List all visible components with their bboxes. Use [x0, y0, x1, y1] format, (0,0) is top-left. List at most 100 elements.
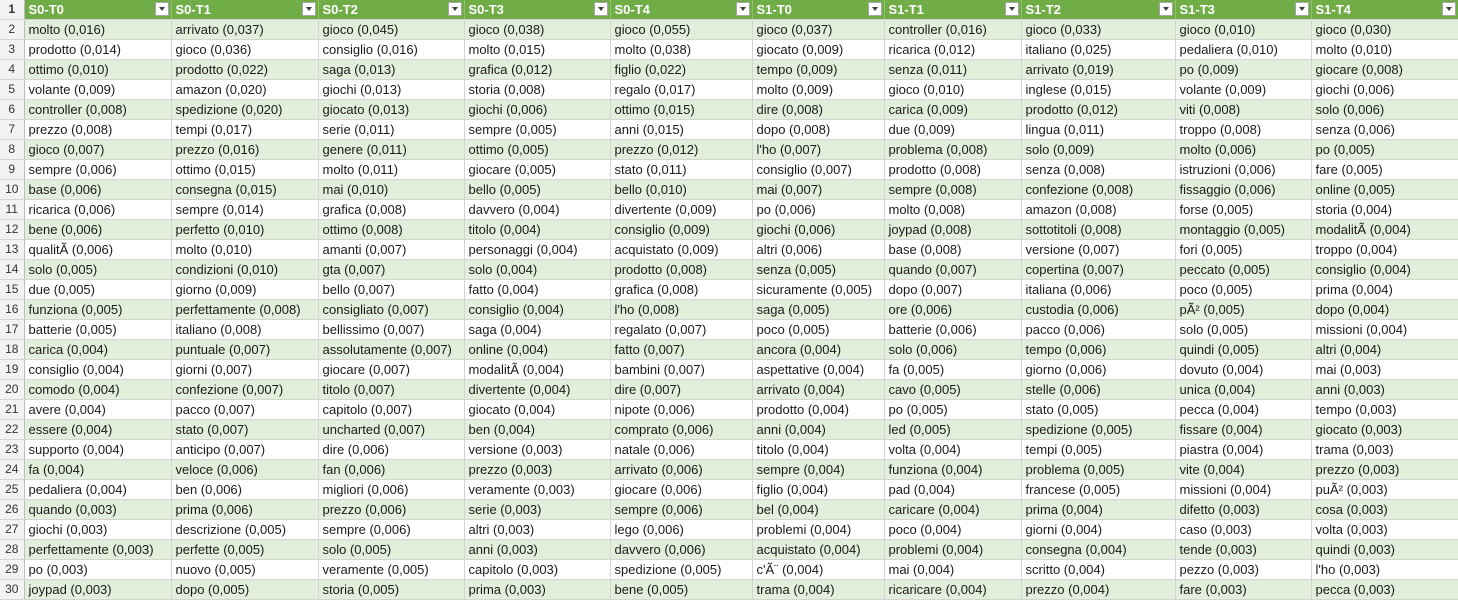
table-cell[interactable]: bene (0,005): [610, 579, 753, 600]
table-cell[interactable]: molto (0,010): [171, 239, 319, 260]
table-cell[interactable]: giorni (0,007): [171, 359, 319, 380]
table-cell[interactable]: assolutamente (0,007): [318, 339, 465, 360]
table-cell[interactable]: fa (0,004): [24, 459, 172, 480]
table-cell[interactable]: arrivato (0,004): [752, 379, 885, 400]
table-cell[interactable]: fori (0,005): [1175, 239, 1312, 260]
table-cell[interactable]: altri (0,003): [464, 519, 611, 540]
table-cell[interactable]: consegna (0,004): [1021, 539, 1176, 560]
table-cell[interactable]: avere (0,004): [24, 399, 172, 420]
table-cell[interactable]: trama (0,003): [1311, 439, 1458, 460]
table-cell[interactable]: tende (0,003): [1175, 539, 1312, 560]
table-cell[interactable]: poco (0,005): [752, 319, 885, 340]
table-cell[interactable]: spedizione (0,005): [610, 559, 753, 580]
table-cell[interactable]: missioni (0,004): [1175, 479, 1312, 500]
column-header[interactable]: S0-T0: [24, 0, 172, 20]
table-cell[interactable]: prima (0,006): [171, 499, 319, 520]
table-cell[interactable]: molto (0,010): [1311, 39, 1458, 60]
table-cell[interactable]: anni (0,003): [464, 539, 611, 560]
row-number[interactable]: 21: [0, 399, 25, 420]
table-cell[interactable]: storia (0,004): [1311, 199, 1458, 220]
table-cell[interactable]: tempi (0,005): [1021, 439, 1176, 460]
table-cell[interactable]: consiglio (0,007): [752, 159, 885, 180]
table-cell[interactable]: personaggi (0,004): [464, 239, 611, 260]
table-cell[interactable]: vite (0,004): [1175, 459, 1312, 480]
table-cell[interactable]: capitolo (0,003): [464, 559, 611, 580]
table-cell[interactable]: acquistato (0,009): [610, 239, 753, 260]
table-cell[interactable]: confezione (0,008): [1021, 179, 1176, 200]
table-cell[interactable]: volante (0,009): [24, 79, 172, 100]
table-cell[interactable]: po (0,005): [884, 399, 1022, 420]
table-cell[interactable]: senza (0,005): [752, 259, 885, 280]
table-cell[interactable]: pecca (0,004): [1175, 399, 1312, 420]
table-cell[interactable]: perfettamente (0,003): [24, 539, 172, 560]
table-cell[interactable]: dire (0,008): [752, 99, 885, 120]
table-cell[interactable]: quando (0,007): [884, 259, 1022, 280]
table-cell[interactable]: titolo (0,007): [318, 379, 465, 400]
table-cell[interactable]: prodotto (0,022): [171, 59, 319, 80]
table-cell[interactable]: ben (0,006): [171, 479, 319, 500]
table-cell[interactable]: gioco (0,036): [171, 39, 319, 60]
table-cell[interactable]: comprato (0,006): [610, 419, 753, 440]
table-cell[interactable]: giocare (0,006): [610, 479, 753, 500]
column-header[interactable]: S1-T4: [1311, 0, 1458, 20]
table-cell[interactable]: trama (0,004): [752, 579, 885, 600]
table-cell[interactable]: solo (0,004): [464, 259, 611, 280]
table-cell[interactable]: joypad (0,003): [24, 579, 172, 600]
row-number[interactable]: 10: [0, 179, 25, 200]
table-cell[interactable]: ottimo (0,008): [318, 219, 465, 240]
table-cell[interactable]: mai (0,007): [752, 179, 885, 200]
table-cell[interactable]: sempre (0,008): [884, 179, 1022, 200]
table-cell[interactable]: supporto (0,004): [24, 439, 172, 460]
filter-dropdown-icon[interactable]: [735, 2, 750, 16]
table-cell[interactable]: unica (0,004): [1175, 379, 1312, 400]
table-cell[interactable]: bene (0,006): [24, 219, 172, 240]
row-number[interactable]: 26: [0, 499, 25, 520]
table-cell[interactable]: molto (0,011): [318, 159, 465, 180]
table-cell[interactable]: essere (0,004): [24, 419, 172, 440]
table-cell[interactable]: giochi (0,013): [318, 79, 465, 100]
table-cell[interactable]: dovuto (0,004): [1175, 359, 1312, 380]
table-cell[interactable]: batterie (0,006): [884, 319, 1022, 340]
table-cell[interactable]: lego (0,006): [610, 519, 753, 540]
table-cell[interactable]: giocato (0,003): [1311, 419, 1458, 440]
table-cell[interactable]: arrivato (0,019): [1021, 59, 1176, 80]
table-cell[interactable]: altri (0,006): [752, 239, 885, 260]
table-cell[interactable]: ricaricare (0,004): [884, 579, 1022, 600]
table-cell[interactable]: stato (0,007): [171, 419, 319, 440]
table-cell[interactable]: saga (0,013): [318, 59, 465, 80]
table-cell[interactable]: gioco (0,030): [1311, 19, 1458, 40]
table-cell[interactable]: versione (0,007): [1021, 239, 1176, 260]
table-cell[interactable]: problema (0,008): [884, 139, 1022, 160]
table-cell[interactable]: anni (0,003): [1311, 379, 1458, 400]
table-cell[interactable]: consiglio (0,004): [24, 359, 172, 380]
filter-dropdown-icon[interactable]: [447, 2, 462, 16]
table-cell[interactable]: carica (0,009): [884, 99, 1022, 120]
table-cell[interactable]: davvero (0,004): [464, 199, 611, 220]
table-cell[interactable]: caricare (0,004): [884, 499, 1022, 520]
table-cell[interactable]: montaggio (0,005): [1175, 219, 1312, 240]
table-cell[interactable]: istruzioni (0,006): [1175, 159, 1312, 180]
table-cell[interactable]: modalitÃ (0,004): [464, 359, 611, 380]
row-number[interactable]: 30: [0, 579, 25, 600]
table-cell[interactable]: amazon (0,008): [1021, 199, 1176, 220]
column-header[interactable]: S0-T2: [318, 0, 465, 20]
table-cell[interactable]: stato (0,005): [1021, 399, 1176, 420]
table-cell[interactable]: acquistato (0,004): [752, 539, 885, 560]
table-cell[interactable]: sempre (0,014): [171, 199, 319, 220]
table-cell[interactable]: ottimo (0,010): [24, 59, 172, 80]
filter-dropdown-icon[interactable]: [1158, 2, 1173, 16]
table-cell[interactable]: saga (0,005): [752, 299, 885, 320]
table-cell[interactable]: divertente (0,009): [610, 199, 753, 220]
row-number[interactable]: 9: [0, 159, 25, 180]
row-number[interactable]: 2: [0, 19, 25, 40]
table-cell[interactable]: mai (0,003): [1311, 359, 1458, 380]
table-cell[interactable]: inglese (0,015): [1021, 79, 1176, 100]
table-cell[interactable]: gioco (0,038): [464, 19, 611, 40]
table-cell[interactable]: prezzo (0,003): [1311, 459, 1458, 480]
table-cell[interactable]: titolo (0,004): [464, 219, 611, 240]
table-cell[interactable]: prezzo (0,003): [464, 459, 611, 480]
table-cell[interactable]: descrizione (0,005): [171, 519, 319, 540]
row-number[interactable]: 11: [0, 199, 25, 220]
table-cell[interactable]: ricarica (0,006): [24, 199, 172, 220]
table-cell[interactable]: controller (0,008): [24, 99, 172, 120]
